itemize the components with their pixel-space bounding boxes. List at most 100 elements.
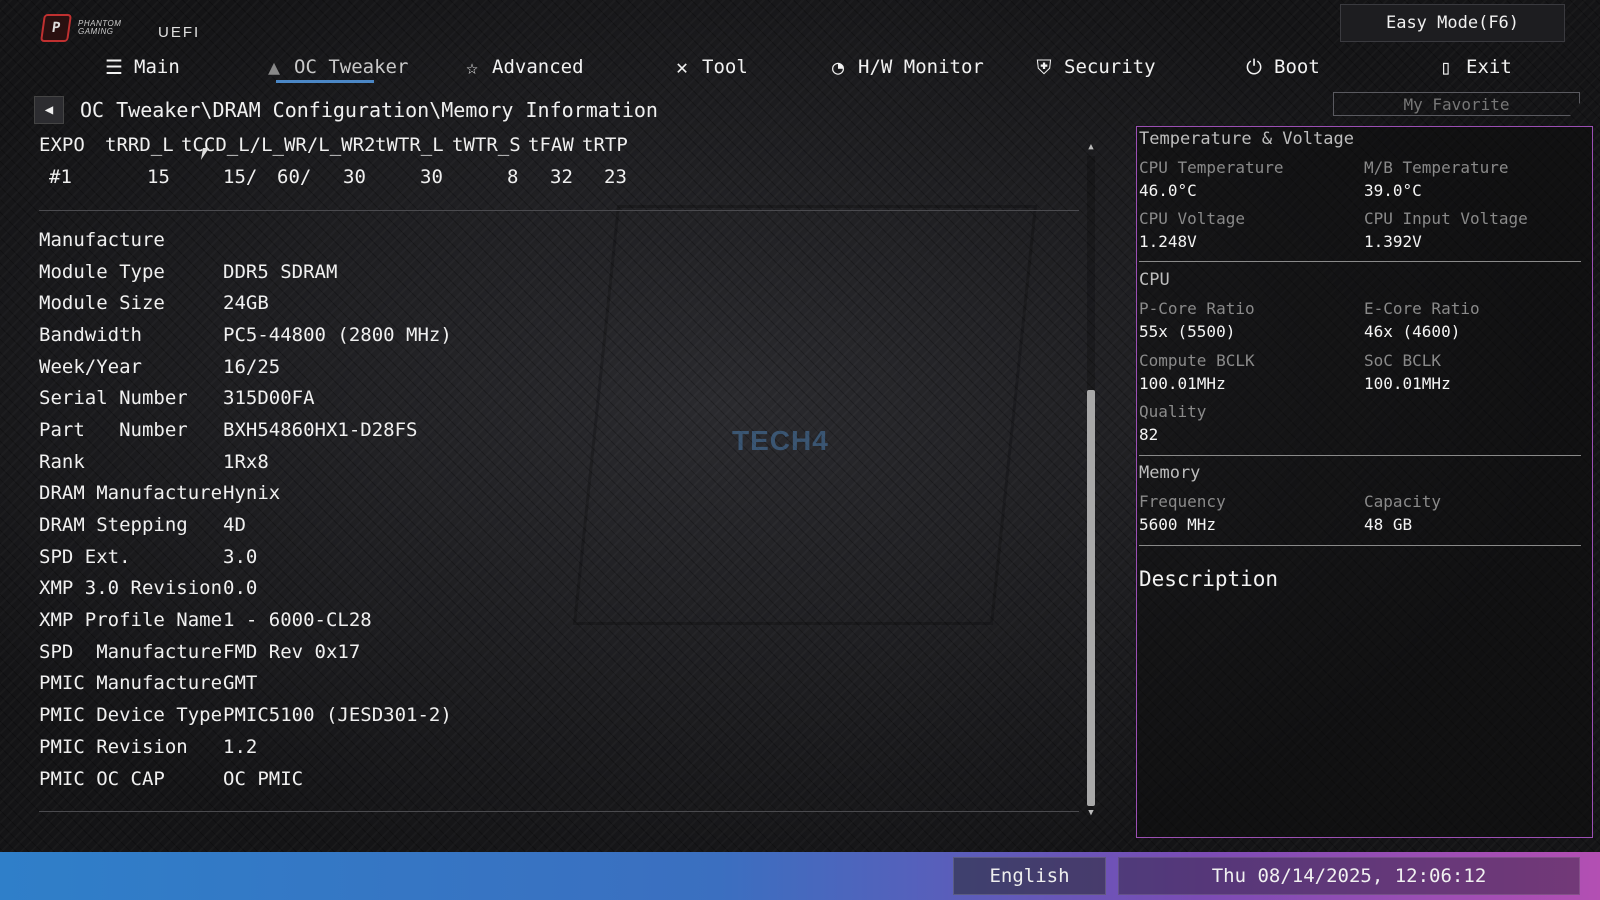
info-value: PMIC5100 (JESD301-2) (223, 704, 452, 727)
info-label: Serial Number (39, 387, 188, 410)
back-button[interactable]: ◀ (34, 96, 64, 124)
power-icon: ⏻ (1246, 55, 1262, 79)
cell-twtr-s: 8 (507, 166, 519, 188)
list-item[interactable]: Part Number BXH54860HX1-D28FS (39, 414, 452, 446)
rocket-icon: ▲ (267, 55, 281, 79)
cpu-section-title: CPU (1139, 270, 1170, 290)
list-item[interactable]: PMIC Manufacture GMT (39, 668, 452, 700)
tab-hw-monitor[interactable]: ◔ H/W Monitor (826, 48, 984, 86)
star-icon: ☆ (465, 55, 479, 79)
quality-label: Quality (1139, 402, 1207, 421)
gauge-icon: ◔ (831, 55, 845, 79)
cell-profile: #1 (49, 166, 72, 188)
list-item[interactable]: Week/Year 16/25 (39, 351, 452, 383)
panel-divider (1139, 545, 1581, 546)
info-value: PC5-44800 (2800 MHz) (223, 323, 452, 346)
language-button[interactable]: English (953, 857, 1106, 895)
info-value: 315D00FA (223, 387, 315, 410)
main-tab-bar: ☰ Main ▲ OC Tweaker ☆ Advanced ✕ Tool ◔ … (0, 48, 1560, 88)
content-scrollbar[interactable]: ▲ ▼ (1084, 142, 1098, 818)
cell-twtr-l: 30 (420, 166, 443, 188)
soc-bclk-label: SoC BCLK (1364, 351, 1442, 370)
list-item[interactable]: Manufacture (39, 224, 452, 256)
cell-l-wr2: 30 (343, 166, 366, 188)
divider-bottom (39, 811, 1079, 812)
exit-door-icon: ▯ (1439, 55, 1453, 79)
main-menu-icon: ☰ (105, 55, 123, 79)
wrench-icon: ✕ (675, 55, 689, 79)
cell-trrd-l: 15 (147, 166, 170, 188)
tab-security[interactable]: ⛨ Security (1032, 48, 1156, 86)
scroll-thumb[interactable] (1087, 390, 1095, 806)
easy-mode-button[interactable]: Easy Mode(F6) (1340, 4, 1565, 42)
scroll-up-arrow-icon[interactable]: ▲ (1086, 142, 1096, 152)
list-item[interactable]: DRAM Stepping 4D (39, 509, 452, 541)
back-arrow-icon: ◀ (44, 102, 54, 118)
tab-advanced[interactable]: ☆ Advanced (460, 48, 584, 86)
info-label: DRAM Stepping (39, 514, 188, 537)
info-label: SPD Ext. (39, 545, 131, 568)
description-heading: Description (1139, 567, 1279, 591)
info-label: PMIC Device Type (39, 704, 223, 727)
tab-tool[interactable]: ✕ Tool (670, 48, 748, 86)
list-item[interactable]: PMIC Device Type PMIC5100 (JESD301-2) (39, 699, 452, 731)
info-value: DDR5 SDRAM (223, 260, 338, 283)
list-item[interactable]: Serial Number 315D00FA (39, 382, 452, 414)
cpu-voltage-value: 1.248V (1139, 232, 1197, 251)
list-item[interactable]: Module Type DDR5 SDRAM (39, 256, 452, 288)
info-label: Part Number (39, 418, 188, 441)
info-label: PMIC OC CAP (39, 767, 165, 790)
cpu-temp-value: 46.0°C (1139, 181, 1197, 200)
info-label: SPD Manufacture (39, 640, 223, 663)
info-value: OC PMIC (223, 767, 304, 790)
list-item[interactable]: Bandwidth PC5-44800 (2800 MHz) (39, 319, 452, 351)
list-item[interactable]: Rank 1Rx8 (39, 446, 452, 478)
info-value: 4D (223, 514, 246, 537)
info-value: 3.0 (223, 545, 258, 568)
pg-logo-icon: P (40, 14, 72, 42)
compute-bclk-label: Compute BCLK (1139, 351, 1255, 370)
my-favorite-button[interactable]: My Favorite (1333, 92, 1580, 116)
info-label: Module Size (39, 292, 165, 315)
memory-info-list: Manufacture Module Type DDR5 SDRAM Module… (39, 224, 452, 794)
phantom-gaming-logo: P PHANTOM GAMING (40, 14, 121, 42)
list-item[interactable]: SPD Manufacture FMD Rev 0x17 (39, 636, 452, 668)
list-item[interactable]: PMIC OC CAP OC PMIC (39, 763, 452, 795)
info-value: 1Rx8 (223, 450, 269, 473)
list-item[interactable]: PMIC Revision 1.2 (39, 731, 452, 763)
col-header-twtr-s: tWTR_S (452, 134, 521, 156)
tab-boot-label: Boot (1274, 56, 1320, 78)
info-value: BXH54860HX1-D28FS (223, 418, 418, 441)
list-item[interactable]: XMP Profile Name 1 - 6000-CL28 (39, 604, 452, 636)
list-item[interactable]: Module Size 24GB (39, 287, 452, 319)
list-item[interactable]: SPD Ext. 3.0 (39, 541, 452, 573)
tab-hw-monitor-label: H/W Monitor (858, 56, 984, 78)
info-value: 16/25 (223, 355, 281, 378)
logo-text-line2: GAMING (78, 27, 114, 36)
info-value: Hynix (223, 482, 281, 505)
list-item[interactable]: DRAM Manufacture Hynix (39, 478, 452, 510)
memory-capacity-value: 48 GB (1364, 515, 1413, 534)
cpu-input-voltage-label: CPU Input Voltage (1364, 209, 1528, 228)
col-header-trrd-l: tRRD_L (105, 134, 174, 156)
scroll-down-arrow-icon[interactable]: ▼ (1086, 808, 1096, 818)
tab-advanced-label: Advanced (492, 56, 584, 78)
temp-voltage-title: Temperature & Voltage (1139, 129, 1354, 149)
shield-icon: ⛨ (1036, 55, 1052, 79)
list-item[interactable]: XMP 3.0 Revision 0.0 (39, 573, 452, 605)
tab-boot[interactable]: ⏻ Boot (1242, 48, 1320, 86)
datetime-display[interactable]: Thu 08/14/2025, 12:06:12 (1118, 857, 1580, 895)
tab-main-label: Main (134, 56, 180, 78)
info-value: FMD Rev 0x17 (223, 640, 361, 663)
tab-exit-label: Exit (1466, 56, 1512, 78)
tab-exit[interactable]: ▯ Exit (1434, 48, 1512, 86)
soc-bclk-value: 100.01MHz (1364, 374, 1451, 393)
memory-frequency-label: Frequency (1139, 492, 1226, 511)
info-label: XMP 3.0 Revision (39, 577, 223, 600)
hw-status-panel: Temperature & Voltage CPU Temperature 46… (1136, 126, 1593, 838)
tab-main[interactable]: ☰ Main (102, 48, 180, 86)
cell-trtp: 23 (604, 166, 627, 188)
panel-divider (1139, 261, 1581, 262)
info-label: Rank (39, 450, 85, 473)
watermark-logo: TECH4 (732, 425, 829, 456)
